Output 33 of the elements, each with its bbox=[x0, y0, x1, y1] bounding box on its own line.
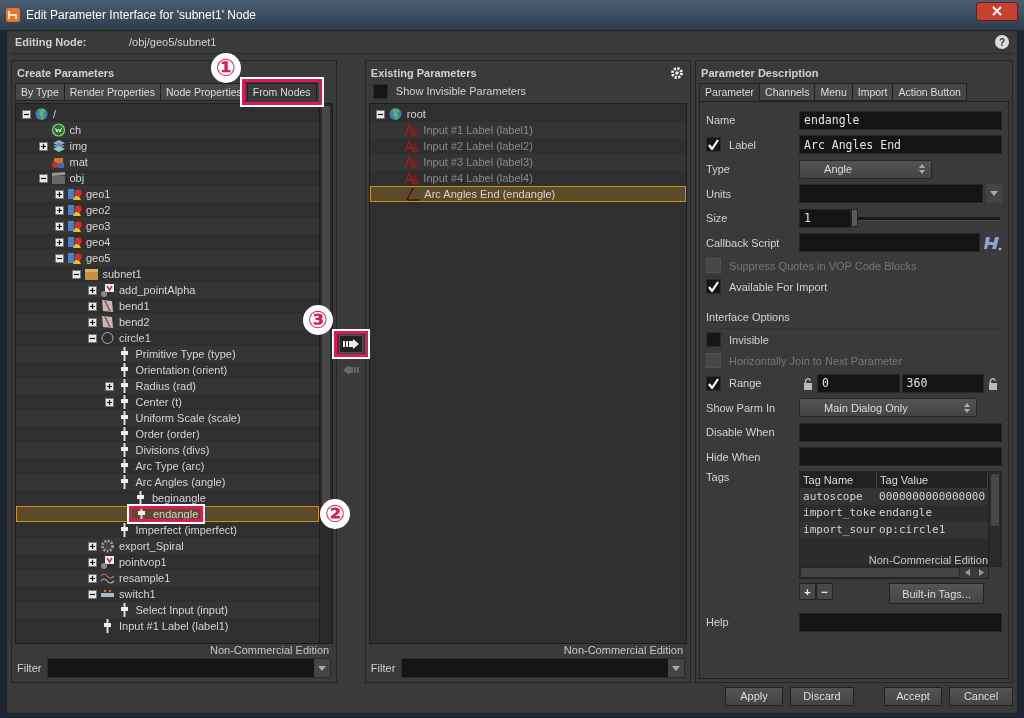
watermark-text: Non-Commercial Edition bbox=[868, 554, 988, 566]
panel-title: Create Parameters bbox=[17, 67, 115, 79]
field-label: Callback Script bbox=[706, 236, 781, 249]
field-label: Interface Options bbox=[706, 310, 790, 323]
field-label: Hide When bbox=[706, 450, 762, 463]
window-title: Edit Parameter Interface for 'subnet1' Node bbox=[26, 8, 258, 22]
field-label: Name bbox=[706, 114, 737, 127]
node-path: /obj/geo5/subnet1 bbox=[129, 36, 218, 48]
table-cell-text: import_toke bbox=[802, 506, 877, 520]
table-cell-text: endangle bbox=[878, 506, 934, 520]
table-cell-text: import_sour bbox=[802, 522, 877, 536]
checkbox-label: Label bbox=[729, 138, 756, 151]
filter-label: Filter bbox=[370, 662, 396, 674]
checkbox-label: Invisible bbox=[729, 333, 769, 346]
field-label: Size bbox=[706, 212, 729, 225]
panel-title: Parameter Description bbox=[701, 67, 819, 79]
field-label: Help bbox=[706, 616, 730, 629]
table-cell-text: autoscope bbox=[802, 489, 864, 503]
filter-label: Filter bbox=[17, 662, 42, 674]
field-label: Type bbox=[706, 163, 731, 176]
field-label: Tags bbox=[706, 471, 731, 483]
checkbox-label: Range bbox=[729, 377, 762, 390]
field-label: Disable When bbox=[706, 426, 776, 439]
field-label: Units bbox=[706, 187, 733, 200]
table-cell-text: op:circle1 bbox=[878, 522, 947, 536]
field-label: Editing Node: bbox=[15, 36, 88, 48]
checkbox-label: Show Invisible Parameters bbox=[395, 85, 527, 97]
watermark-text: Non-Commercial Edition bbox=[563, 644, 684, 657]
panel-title: Existing Parameters bbox=[370, 67, 477, 79]
field-label: Show Parm In bbox=[706, 401, 777, 414]
table-cell-text: 0000000000000000 bbox=[878, 489, 986, 503]
checkbox-label: Available For Import bbox=[729, 280, 828, 293]
watermark-text: Non-Commercial Edition bbox=[209, 644, 330, 657]
